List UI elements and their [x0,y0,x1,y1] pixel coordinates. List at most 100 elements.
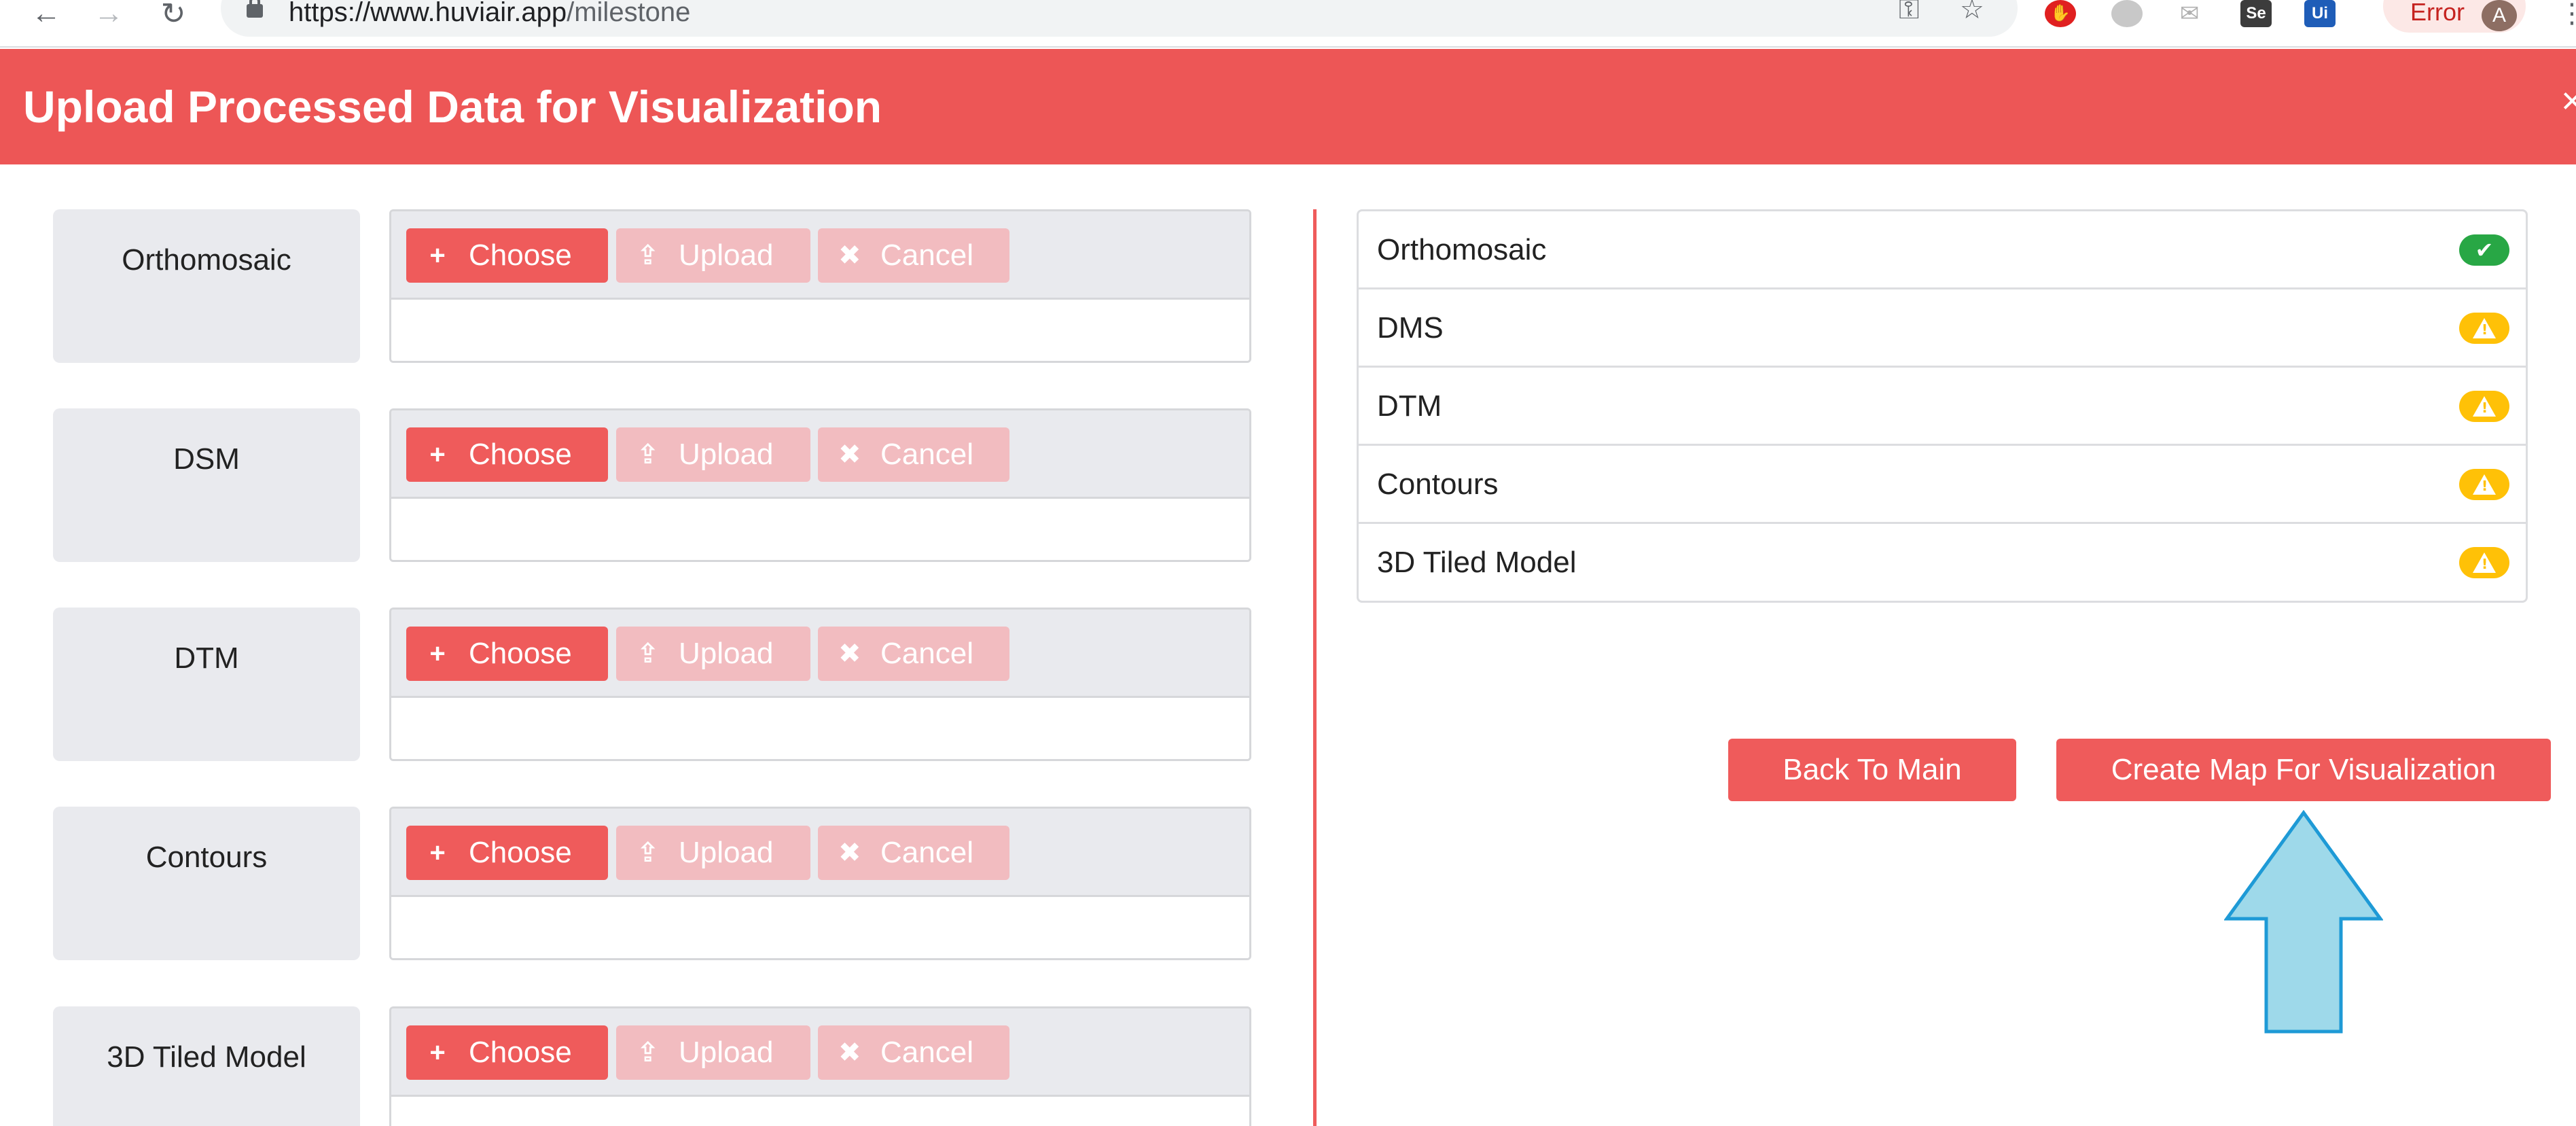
mail-extension-icon[interactable]: ✉ [2174,0,2205,27]
address-bar[interactable]: https://www.huviair.app/milestone ⚿ ☆ [221,0,2018,37]
close-icon[interactable]: × [2561,82,2576,120]
upload-label: Upload [679,1036,774,1069]
error-label: Error [2410,0,2465,26]
plus-icon: + [429,638,446,669]
status-item-dtm: DTM [1359,368,2526,446]
upload-row-contours: Contours + Choose ⇪ Upload ✖ Cancel [53,807,1251,960]
x-icon: ✖ [838,1038,861,1068]
create-map-button[interactable]: Create Map For Visualization [2056,739,2551,801]
choose-label: Choose [469,239,572,272]
back-arrow-icon[interactable]: ← [26,0,67,30]
choose-button[interactable]: + Choose [406,826,608,880]
upload-icon: ⇪ [637,241,660,270]
file-upload-widget: + Choose ⇪ Upload ✖ Cancel [389,608,1251,761]
upload-button[interactable]: ⇪ Upload [616,826,810,880]
upload-button[interactable]: ⇪ Upload [616,228,810,283]
cancel-button[interactable]: ✖ Cancel [818,627,1009,681]
cancel-button[interactable]: ✖ Cancel [818,826,1009,880]
upload-row-label: Orthomosaic [53,209,360,363]
x-icon: ✖ [838,440,861,470]
x-icon: ✖ [838,241,861,270]
profile-error-pill[interactable]: Error A [2383,0,2526,33]
x-icon: ✖ [838,639,861,669]
file-drop-area[interactable] [391,698,1249,759]
x-icon: ✖ [838,838,861,868]
status-label: Orthomosaic [1377,233,1547,266]
upload-row-dtm: DTM + Choose ⇪ Upload ✖ Cancel [53,608,1251,761]
upload-icon: ⇪ [637,440,660,470]
url-text[interactable]: https://www.huviair.app/milestone [289,0,690,26]
file-upload-buttonbar: + Choose ⇪ Upload ✖ Cancel [391,410,1249,499]
lock-icon [247,0,263,18]
cancel-button[interactable]: ✖ Cancel [818,1025,1009,1080]
modal-header: Upload Processed Data for Visualization … [0,49,2576,164]
check-icon: ✔ [2459,234,2509,266]
adblock-extension-icon[interactable]: ✋ [2045,0,2076,27]
cancel-label: Cancel [880,836,973,869]
file-drop-area[interactable] [391,897,1249,958]
star-icon[interactable]: ☆ [1960,0,1984,23]
plus-icon: + [429,837,446,868]
upload-row-orthomosaic: Orthomosaic + Choose ⇪ Upload ✖ Cancel [53,209,1251,363]
file-upload-buttonbar: + Choose ⇪ Upload ✖ Cancel [391,610,1249,698]
upload-label: Upload [679,239,774,272]
upload-label: Upload [679,637,774,670]
cancel-button[interactable]: ✖ Cancel [818,427,1009,482]
upload-button[interactable]: ⇪ Upload [616,427,810,482]
uipath-extension-icon[interactable]: Ui [2304,0,2336,27]
column-divider [1313,209,1317,1126]
choose-label: Choose [469,1036,572,1069]
status-item-contours: Contours [1359,446,2526,524]
cancel-button[interactable]: ✖ Cancel [818,228,1009,283]
file-upload-widget: + Choose ⇪ Upload ✖ Cancel [389,408,1251,562]
status-item-orthomosaic: Orthomosaic ✔ [1359,211,2526,289]
upload-row-dsm: DSM + Choose ⇪ Upload ✖ Cancel [53,408,1251,562]
upload-icon: ⇪ [637,838,660,868]
status-label: DTM [1377,389,1442,423]
circle-extension-icon[interactable] [2111,0,2143,27]
file-upload-widget: + Choose ⇪ Upload ✖ Cancel [389,209,1251,363]
browser-toolbar: ← → ↻ https://www.huviair.app/milestone … [0,0,2576,48]
forward-arrow-icon[interactable]: → [88,0,129,30]
status-item-dms: DMS [1359,289,2526,368]
plus-icon: + [429,1037,446,1068]
reload-icon[interactable]: ↻ [153,0,194,31]
file-upload-widget: + Choose ⇪ Upload ✖ Cancel [389,807,1251,960]
choose-button[interactable]: + Choose [406,627,608,681]
choose-label: Choose [469,637,572,670]
warning-icon [2459,547,2509,578]
key-icon[interactable]: ⚿ [1899,0,1919,23]
upload-status-list: Orthomosaic ✔ DMS DTM Contours 3D Tiled … [1357,209,2528,603]
browser-menu-icon[interactable]: ⋮ [2558,0,2576,27]
cancel-label: Cancel [880,239,973,272]
choose-label: Choose [469,438,572,471]
cancel-label: Cancel [880,1036,973,1069]
file-drop-area[interactable] [391,499,1249,560]
choose-button[interactable]: + Choose [406,228,608,283]
warning-icon [2459,313,2509,344]
plus-icon: + [429,439,446,470]
choose-button[interactable]: + Choose [406,1025,608,1080]
status-item-3d-tiled-model: 3D Tiled Model [1359,524,2526,602]
upload-button[interactable]: ⇪ Upload [616,627,810,681]
choose-label: Choose [469,836,572,869]
selenium-extension-icon[interactable]: Se [2240,0,2272,27]
upload-icon: ⇪ [637,1038,660,1068]
annotation-arrow-icon [2224,810,2383,1034]
url-path: /milestone [567,0,691,27]
file-upload-widget: + Choose ⇪ Upload ✖ Cancel [389,1006,1251,1126]
back-to-main-button[interactable]: Back To Main [1728,739,2016,801]
status-label: DMS [1377,311,1444,345]
upload-label: Upload [679,836,774,869]
upload-label: Upload [679,438,774,471]
file-drop-area[interactable] [391,300,1249,361]
choose-button[interactable]: + Choose [406,427,608,482]
file-upload-buttonbar: + Choose ⇪ Upload ✖ Cancel [391,211,1249,300]
avatar: A [2482,0,2517,31]
upload-row-label: 3D Tiled Model [53,1006,360,1126]
status-label: 3D Tiled Model [1377,546,1577,579]
upload-button[interactable]: ⇪ Upload [616,1025,810,1080]
cancel-label: Cancel [880,637,973,670]
warning-icon [2459,469,2509,500]
file-drop-area[interactable] [391,1097,1249,1126]
